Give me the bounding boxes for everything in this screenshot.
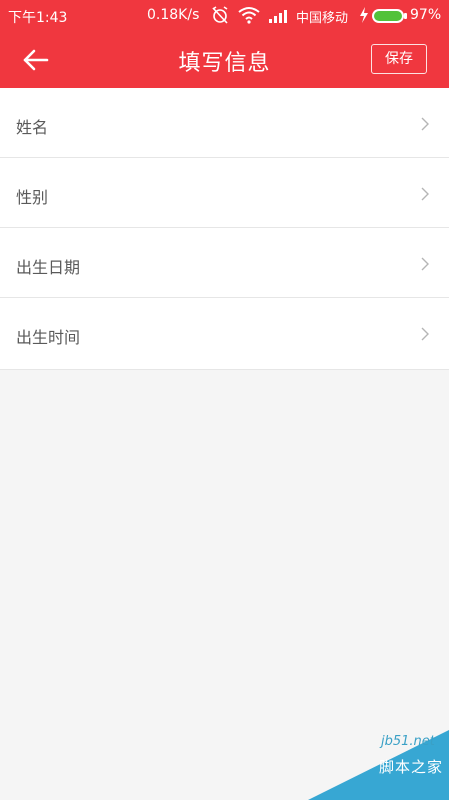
row-label: 出生日期 xyxy=(16,258,81,277)
wifi-icon xyxy=(238,6,260,28)
battery-icon xyxy=(371,8,409,28)
watermark-url: jb51.net xyxy=(381,734,435,749)
save-button[interactable]: 保存 xyxy=(371,44,427,74)
status-bar: 下午1:43 0.18K/s 中国移动 97% xyxy=(0,0,449,32)
status-time: 下午1:43 xyxy=(8,10,68,26)
form-row-gender[interactable]: 性别 xyxy=(0,158,449,228)
battery-percent: 97% xyxy=(410,7,442,23)
charging-bolt-icon xyxy=(359,6,369,28)
signal-icon xyxy=(268,6,290,28)
info-form-list: 姓名 性别 出生日期 出生时间 xyxy=(0,88,449,370)
form-row-birth-time[interactable]: 出生时间 xyxy=(0,298,449,370)
form-row-name[interactable]: 姓名 xyxy=(0,88,449,158)
carrier-name: 中国移动 xyxy=(296,11,349,26)
title-bar: 填写信息 保存 xyxy=(0,32,449,88)
alarm-off-icon xyxy=(210,6,230,28)
row-label: 姓名 xyxy=(16,118,49,137)
watermark-text: 脚本之家 xyxy=(378,758,443,776)
chevron-right-icon xyxy=(420,116,430,132)
form-row-birth-date[interactable]: 出生日期 xyxy=(0,228,449,298)
network-speed: 0.18K/s xyxy=(147,7,200,23)
chevron-right-icon xyxy=(420,256,430,272)
row-label: 性别 xyxy=(16,188,49,207)
row-label: 出生时间 xyxy=(16,328,81,347)
chevron-right-icon xyxy=(420,326,430,342)
chevron-right-icon xyxy=(420,186,430,202)
